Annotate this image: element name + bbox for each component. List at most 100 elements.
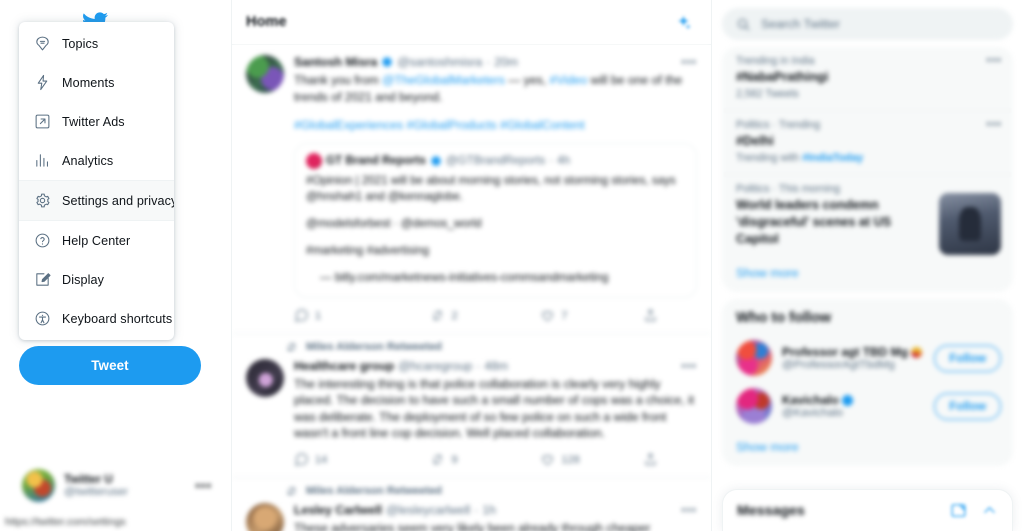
- tweet-author-handle: @santoshmisra: [397, 55, 483, 69]
- trend-more-icon[interactable]: •••: [986, 117, 1002, 131]
- avatar[interactable]: [736, 340, 772, 376]
- trend-subtext: Trending with #IndiaToday: [736, 152, 864, 164]
- follow-user-name: Professor agt TBD Mg: [782, 345, 909, 359]
- account-switcher[interactable]: Twitter U @twitteruser •••: [14, 461, 220, 509]
- tweet-item[interactable]: Healthcare group @hcaregroup · 48m ••• T…: [232, 353, 711, 478]
- tweet-body: Santosh Misra @santoshmisra · 20m ••• Th…: [294, 54, 697, 329]
- tweet-more-icon[interactable]: •••: [681, 502, 697, 518]
- verified-badge-icon: [841, 394, 853, 406]
- like-action[interactable]: 7: [540, 308, 642, 323]
- who-to-follow-show-more-link[interactable]: Show more: [722, 430, 1013, 466]
- menu-item-moments[interactable]: Moments: [19, 63, 174, 102]
- retweet-action[interactable]: 9: [430, 452, 540, 467]
- tweet-button[interactable]: Tweet: [19, 346, 201, 385]
- share-icon: [645, 309, 656, 321]
- share-action[interactable]: [643, 308, 658, 323]
- trend-item[interactable]: Trending in India #NabaPrathingi 2,582 T…: [722, 47, 1013, 110]
- tweet-actions: 14 9 128: [294, 447, 697, 473]
- tweet-wrapper: Miles Alderson Retweeted Healthcare grou…: [232, 334, 711, 478]
- menu-item-twitter-ads[interactable]: Twitter Ads: [19, 102, 174, 141]
- reply-icon: [295, 453, 308, 466]
- status-bar: https://twitter.com/settings: [0, 514, 175, 531]
- more-dropdown-menu[interactable]: Topics Moments Twitter Ads Analytics Set…: [19, 22, 174, 340]
- messages-panel[interactable]: Messages: [722, 489, 1013, 531]
- tweet-item[interactable]: Lesley Carlwell @lesleycarlwell · 1h •••…: [232, 497, 711, 531]
- trends-show-more-link[interactable]: Show more: [722, 256, 1013, 292]
- tweet-author-name[interactable]: Lesley Carlwell: [294, 502, 382, 518]
- bar-chart-icon: [34, 152, 51, 169]
- quoted-tweet-card[interactable]: GT Brand Reports @GTBrandReports · 4h #O…: [294, 142, 697, 298]
- tweet-text: These adversaries seem very likely been …: [294, 520, 651, 531]
- tweet-item[interactable]: Santosh Misra @santoshmisra · 20m ••• Th…: [232, 45, 711, 334]
- tweet-author-name[interactable]: Healthcare group: [294, 358, 394, 374]
- menu-item-label: Help Center: [62, 233, 131, 248]
- tweet-more-icon[interactable]: •••: [681, 54, 697, 70]
- tweet-author-name[interactable]: Santosh Misra: [294, 54, 377, 70]
- retweet-context: Miles Alderson Retweeted: [232, 478, 711, 498]
- reply-count: 14: [315, 453, 328, 466]
- trend-item[interactable]: Politics · This morning World leaders co…: [722, 174, 1013, 256]
- avatar[interactable]: [246, 358, 284, 397]
- verified-badge-icon: [382, 56, 393, 68]
- tweet-wrapper: Miles Alderson Retweeted Lesley Carlwell…: [232, 478, 711, 531]
- menu-item-help-center[interactable]: Help Center: [19, 221, 174, 260]
- quoted-text-line: #marketing #advertising: [306, 243, 430, 257]
- who-to-follow-title: Who to follow: [736, 310, 832, 326]
- menu-item-label: Display: [62, 272, 104, 287]
- like-action[interactable]: 128: [540, 452, 642, 467]
- retweet-icon: [433, 454, 443, 465]
- trend-more-icon[interactable]: •••: [986, 53, 1002, 67]
- follow-button[interactable]: Follow: [934, 344, 1001, 372]
- reply-action[interactable]: 14: [294, 452, 430, 467]
- timeline-column: Home Santosh Misra @santoshmisra · 20m •…: [232, 0, 712, 531]
- follow-user-name-row: Kavichalo: [782, 393, 924, 407]
- follow-user-handle: @Kavichalo: [782, 407, 843, 419]
- tweet-more-icon[interactable]: •••: [681, 358, 697, 374]
- heart-icon: [542, 455, 554, 466]
- trend-thumbnail-image: [939, 193, 1001, 255]
- tweet-hashtags[interactable]: #GlobalExperiences #GlobalProducts #Glob…: [294, 117, 697, 134]
- quoted-text-line: — bitly.com/marketnews-initiatives-comms…: [320, 270, 609, 284]
- share-action[interactable]: [643, 452, 658, 467]
- menu-item-display[interactable]: Display: [19, 260, 174, 299]
- menu-item-analytics[interactable]: Analytics: [19, 141, 174, 180]
- follow-button[interactable]: Follow: [934, 392, 1001, 420]
- avatar[interactable]: [246, 502, 284, 531]
- tweet-author-handle: @hcaregroup: [398, 358, 473, 373]
- quoted-timestamp: 4h: [557, 154, 571, 167]
- gear-icon: [34, 192, 51, 209]
- tweet-text: Thank you from @TheGlobalMarketers — yes…: [294, 73, 683, 104]
- avatar[interactable]: [736, 388, 772, 424]
- trend-category: Politics · This morning: [736, 183, 841, 195]
- tweet-separator: ·: [476, 358, 481, 373]
- verified-badge-icon: [430, 155, 441, 166]
- avatar[interactable]: [246, 55, 284, 93]
- menu-item-label: Keyboard shortcuts: [62, 311, 173, 326]
- avatar: [22, 468, 55, 502]
- account-more-icon[interactable]: •••: [195, 478, 212, 493]
- retweet-action[interactable]: 2: [430, 308, 540, 323]
- follow-suggestion-row[interactable]: Professor agt TBD Mg @ProfessorAgtTbdMg …: [722, 334, 1013, 382]
- topics-icon: [34, 35, 51, 52]
- menu-item-label: Moments: [62, 75, 115, 90]
- messages-title: Messages: [737, 502, 805, 519]
- trend-item[interactable]: Politics · Trending #Delhi Trending with…: [722, 110, 1013, 174]
- reply-action[interactable]: 1: [294, 308, 430, 323]
- account-name: Twitter U: [64, 472, 113, 486]
- search-input[interactable]: Search Twitter: [722, 8, 1013, 40]
- tweet-header: Lesley Carlwell @lesleycarlwell · 1h •••: [294, 502, 697, 518]
- retweet-context-label: Miles Alderson Retweeted: [306, 485, 442, 497]
- menu-item-topics[interactable]: Topics: [19, 24, 174, 63]
- expand-up-icon[interactable]: [981, 502, 998, 519]
- sparkle-icon[interactable]: [669, 8, 697, 36]
- tweet-header: Healthcare group @hcaregroup · 48m •••: [294, 358, 697, 374]
- new-message-icon[interactable]: [950, 502, 967, 519]
- menu-item-keyboard-shortcuts[interactable]: Keyboard shortcuts: [19, 299, 174, 338]
- search-placeholder: Search Twitter: [761, 17, 840, 31]
- tweet-separator: ·: [486, 55, 491, 69]
- menu-item-settings-and-privacy[interactable]: Settings and privacy: [19, 180, 174, 221]
- page-title: Home: [246, 14, 287, 30]
- accessibility-icon: [34, 310, 51, 327]
- follow-suggestion-row[interactable]: Kavichalo @Kavichalo Follow: [722, 382, 1013, 430]
- retweet-icon: [287, 342, 296, 352]
